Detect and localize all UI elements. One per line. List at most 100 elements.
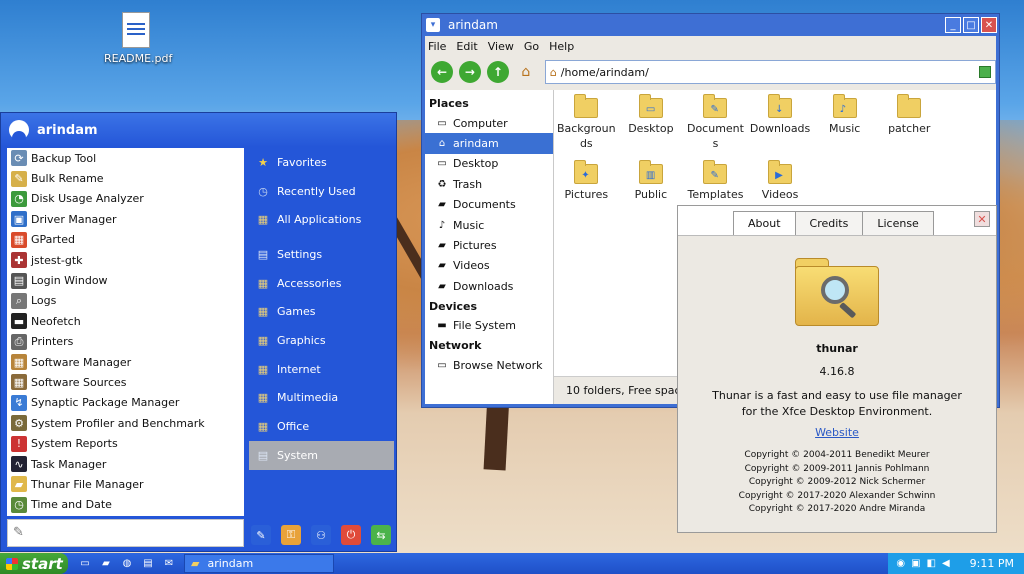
category-settings[interactable]: ▤ Settings <box>249 240 394 269</box>
terminal-launcher-icon[interactable]: ▤ <box>141 557 155 571</box>
category-favorites[interactable]: ★ Favorites <box>249 148 394 177</box>
category-system[interactable]: ▤ System <box>249 440 394 470</box>
show-desktop-icon[interactable]: ▭ <box>78 557 92 571</box>
taskbar-window-button[interactable]: ▰ arindam <box>184 554 334 573</box>
switch-session-icon[interactable]: ⇆ <box>371 525 391 545</box>
category-graphics[interactable]: ▦ Graphics <box>249 326 394 355</box>
side-pane-item[interactable]: ▰ Pictures <box>425 235 553 255</box>
side-pane-item[interactable]: ♻ Trash <box>425 174 553 194</box>
folder-item[interactable]: patcher <box>877 94 942 160</box>
category-internet[interactable]: ▦ Internet <box>249 355 394 384</box>
website-link[interactable]: Website <box>678 426 996 439</box>
location-bar[interactable]: ⌂ /home/arindam/ <box>544 60 996 84</box>
minimize-button[interactable]: _ <box>945 17 961 33</box>
side-pane-item[interactable]: ♪ Music <box>425 215 553 235</box>
taskbar: start ▭ ▰ ◍ ▤ ✉ ▰ arindam ◉ ▣ ◧ ◀ 9:11 P… <box>0 553 1024 574</box>
folder-item[interactable]: ✎ Document s <box>683 94 748 160</box>
logout-icon[interactable]: ⏻ <box>341 525 361 545</box>
folder-item[interactable]: ↓ Downloads <box>748 94 813 160</box>
folder-item[interactable]: Backgroun ds <box>554 94 619 160</box>
back-button[interactable]: ← <box>431 61 453 83</box>
clipboard-tray-icon[interactable]: ▣ <box>911 558 920 569</box>
app-item[interactable]: ▣ Driver Manager <box>7 209 244 229</box>
tab-credits[interactable]: Credits <box>794 211 864 235</box>
app-item[interactable]: ✚ jstest-gtk <box>7 250 244 270</box>
side-pane-item[interactable]: ▰ Videos <box>425 256 553 276</box>
folder-item[interactable]: ♪ Music <box>812 94 877 160</box>
app-item[interactable]: ◷ Time and Date <box>7 495 244 515</box>
app-item[interactable]: ▬ Neofetch <box>7 311 244 331</box>
search-input[interactable]: ✎ <box>7 519 244 547</box>
go-icon[interactable] <box>978 66 991 78</box>
home-button[interactable]: ⌂ <box>515 61 537 83</box>
category-accessories[interactable]: ▦ Accessories <box>249 269 394 298</box>
mail-icon[interactable]: ✉ <box>162 557 176 571</box>
window-menu-icon[interactable]: ▾ <box>426 18 440 32</box>
app-item[interactable]: ✎ Bulk Rename <box>7 168 244 188</box>
up-button[interactable]: ↑ <box>486 61 509 83</box>
start-logo-icon <box>6 557 18 570</box>
switch-user-icon[interactable]: ⚇ <box>311 525 331 545</box>
close-button[interactable]: ✕ <box>981 17 997 33</box>
tab-license[interactable]: License <box>862 211 934 235</box>
app-item[interactable]: ▤ Login Window <box>7 270 244 290</box>
app-item[interactable]: ▦ GParted <box>7 230 244 250</box>
app-label: Synaptic Package Manager <box>31 396 180 410</box>
dialog-close-button[interactable]: ✕ <box>974 211 990 227</box>
forward-button[interactable]: → <box>458 61 481 83</box>
documents-icon: ▰ <box>438 199 446 211</box>
app-item[interactable]: ⎙ Printers <box>7 332 244 352</box>
menu-go[interactable]: Go <box>524 40 539 53</box>
side-pane-item[interactable]: ▬ File System <box>425 316 553 336</box>
file-manager-launcher-icon[interactable]: ▰ <box>99 557 113 571</box>
updates-tray-icon[interactable]: ◧ <box>927 558 936 569</box>
side-pane-item[interactable]: ⌂ arindam <box>425 133 553 154</box>
clock[interactable]: 9:11 PM <box>970 557 1014 570</box>
category-games[interactable]: ▦ Games <box>249 297 394 326</box>
category-label: All Applications <box>277 213 362 227</box>
browser-icon[interactable]: ◍ <box>120 557 134 571</box>
tab-about[interactable]: About <box>733 211 796 235</box>
side-pane-item[interactable]: ▭ Desktop <box>425 154 553 174</box>
settings-manager-icon[interactable]: ✎ <box>251 525 271 545</box>
start-button[interactable]: start <box>0 553 68 574</box>
app-label: GParted <box>31 233 75 247</box>
category-multimedia[interactable]: ▦ Multimedia <box>249 384 394 413</box>
app-item[interactable]: ⚙ System Profiler and Benchmark <box>7 413 244 433</box>
app-item[interactable]: ! System Reports <box>7 433 244 453</box>
menu-file[interactable]: File <box>428 40 446 53</box>
games-icon: ▦ <box>257 305 269 319</box>
app-item[interactable]: ◔ Disk Usage Analyzer <box>7 189 244 209</box>
app-item[interactable]: ▦ Software Manager <box>7 352 244 372</box>
category-all-applications[interactable]: ▦ All Applications <box>249 205 394 234</box>
network-tray-icon[interactable]: ◉ <box>896 558 905 569</box>
folder-item[interactable]: ✦ Pictures <box>554 160 619 226</box>
menu-view[interactable]: View <box>488 40 514 53</box>
app-item[interactable]: ▦ Software Sources <box>7 372 244 392</box>
app-item[interactable]: ⌕ Logs <box>7 291 244 311</box>
about-tabs: About Credits License <box>678 206 996 236</box>
lock-screen-icon[interactable]: ⚿ <box>281 525 301 545</box>
folder-item[interactable]: ▭ Desktop <box>619 94 684 160</box>
volume-tray-icon[interactable]: ◀ <box>942 558 950 569</box>
graphics-icon: ▦ <box>257 333 269 347</box>
category-recently-used[interactable]: ◷ Recently Used <box>249 177 394 206</box>
menu-help[interactable]: Help <box>549 40 574 53</box>
music-icon: ♪ <box>438 219 446 231</box>
menu-edit[interactable]: Edit <box>456 40 477 53</box>
app-item[interactable]: ↯ Synaptic Package Manager <box>7 393 244 413</box>
side-pane-item[interactable]: ▰ Downloads <box>425 276 553 296</box>
folder-item[interactable]: ▥ Public <box>619 160 684 226</box>
maximize-button[interactable]: □ <box>963 17 979 33</box>
side-pane-item[interactable]: ▭ Computer <box>425 113 553 133</box>
desktop-file-readme[interactable]: README.pdf <box>104 12 172 65</box>
app-item[interactable]: ▰ Thunar File Manager <box>7 474 244 494</box>
downloads-icon: ▰ <box>438 280 446 292</box>
side-pane-item[interactable]: ▰ Documents <box>425 195 553 215</box>
app-item[interactable]: ⟳ Backup Tool <box>7 148 244 168</box>
file-manager-titlebar[interactable]: ▾ arindam _ □ ✕ <box>422 14 999 36</box>
category-label: Favorites <box>277 155 327 169</box>
category-office[interactable]: ▦ Office <box>249 412 394 441</box>
app-item[interactable]: ∿ Task Manager <box>7 454 244 474</box>
side-pane-item[interactable]: ▭ Browse Network <box>425 355 553 375</box>
